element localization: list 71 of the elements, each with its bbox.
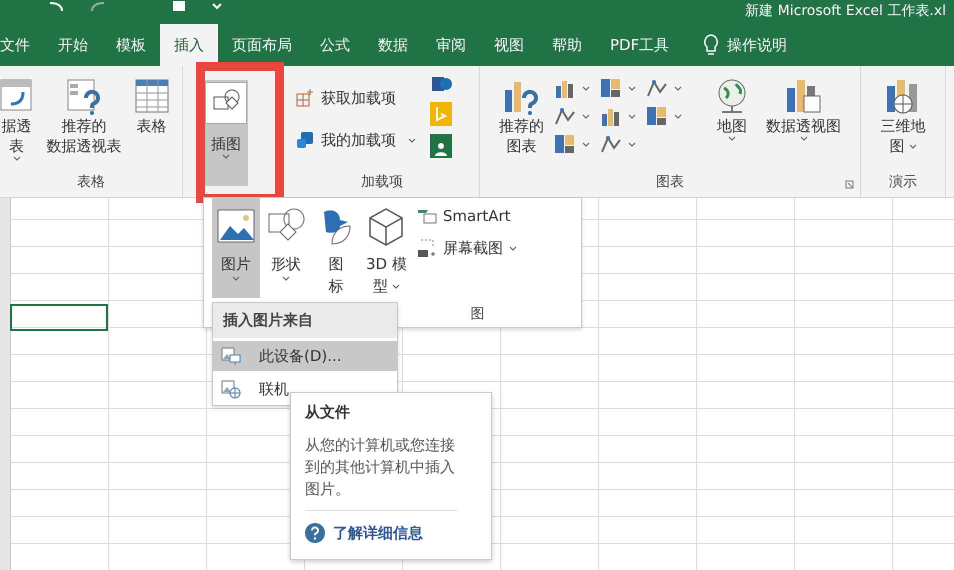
ribbon-button[interactable]: 数据透视图: [762, 74, 845, 143]
lightbulb-icon: [703, 34, 720, 56]
chart-type-icon[interactable]: [554, 78, 576, 98]
ribbon-button[interactable]: 我的加载项: [291, 126, 420, 154]
chart-type-icon[interactable]: [646, 106, 668, 126]
ribbon-button[interactable]: 三维地 图: [876, 74, 930, 158]
cubes-icon: [295, 130, 315, 150]
chart-type-icon[interactable]: [600, 78, 622, 98]
gallery-button[interactable]: 图 标: [312, 198, 360, 298]
shapes-icon: [205, 82, 247, 124]
chart-type-icon[interactable]: [554, 134, 576, 154]
ribbon-tab[interactable]: 插入: [160, 24, 218, 66]
gallery-button[interactable]: 屏幕截图: [412, 234, 521, 262]
picture-globe-icon: [221, 379, 241, 399]
group-label: 演示: [889, 173, 917, 191]
caret-icon: [674, 86, 682, 90]
menu-item[interactable]: 此设备(D)...: [213, 341, 397, 371]
ribbon-tab[interactable]: 审阅: [422, 24, 480, 66]
caret-icon: [582, 86, 590, 90]
caret-icon: [674, 114, 682, 118]
group-label: 表格: [77, 173, 105, 191]
picture-monitor-icon: [221, 346, 241, 366]
app-icon[interactable]: [430, 134, 452, 158]
caret-icon[interactable]: [212, 3, 222, 11]
dialog-launcher-icon[interactable]: [845, 180, 854, 189]
camera-icon: [416, 238, 437, 258]
gallery-button[interactable]: 形状: [262, 198, 310, 298]
ribbon-button[interactable]: 获取加载项: [291, 84, 420, 112]
undo-icon[interactable]: [48, 1, 64, 13]
grid-plus-icon: [295, 88, 315, 108]
ribbon-tab[interactable]: 开始: [44, 24, 102, 66]
gallery-button[interactable]: SmartArt: [412, 202, 521, 230]
selected-cell[interactable]: [10, 304, 108, 331]
caret-icon: [628, 114, 636, 118]
learn-more-link[interactable]: 了解详细信息: [305, 523, 477, 543]
help-icon: [305, 523, 325, 543]
ribbon-tab[interactable]: 数据: [364, 24, 422, 66]
ribbon-button[interactable]: 推荐的 图表: [495, 74, 548, 158]
document-icon[interactable]: [172, 1, 186, 13]
app-icon[interactable]: [430, 74, 452, 94]
chart-type-icon[interactable]: [554, 106, 576, 126]
ribbon-tab[interactable]: PDF工具: [596, 24, 684, 66]
ribbon-button[interactable]: 推荐的 数据透视表: [42, 74, 126, 158]
group-label: 图表: [656, 173, 684, 191]
caret-icon: [582, 142, 590, 146]
ribbon-tab[interactable]: 帮助: [538, 24, 596, 66]
ribbon-tab[interactable]: 页面布局: [218, 24, 306, 66]
illustrations-button[interactable]: 插图: [204, 80, 248, 186]
tooltip-title: 从文件: [305, 403, 351, 422]
tooltip-text: 从您的计算机或您连接到的其他计算机中插入图片。: [305, 434, 457, 511]
group-label: 加载项: [361, 173, 403, 191]
ribbon-button[interactable]: 表格: [128, 74, 176, 138]
tell-me-field[interactable]: 操作说明: [683, 24, 788, 66]
ribbon-tab[interactable]: 文件: [0, 24, 44, 66]
caret-icon: [628, 86, 636, 90]
ribbon-button[interactable]: 据透 表: [0, 74, 40, 163]
window-title: 新建 Microsoft Excel 工作表.xl: [745, 2, 946, 20]
ribbon-tab[interactable]: 模板: [102, 24, 160, 66]
chart-type-icon[interactable]: [600, 134, 622, 154]
ribbon-tab[interactable]: 公式: [306, 24, 364, 66]
gallery-button[interactable]: 3D 模 型: [362, 198, 411, 298]
caret-icon: [582, 114, 590, 118]
redo-icon[interactable]: [90, 1, 106, 13]
caret-icon: [628, 142, 636, 146]
menu-header: 插入图片来自: [213, 303, 397, 338]
ribbon-tab[interactable]: 视图: [480, 24, 538, 66]
group-label: 图: [470, 305, 484, 323]
gallery-button[interactable]: 图片: [212, 198, 260, 298]
chart-type-icon[interactable]: [600, 106, 622, 126]
chart-type-icon[interactable]: [646, 78, 668, 98]
ribbon-button[interactable]: 地图: [708, 74, 756, 143]
